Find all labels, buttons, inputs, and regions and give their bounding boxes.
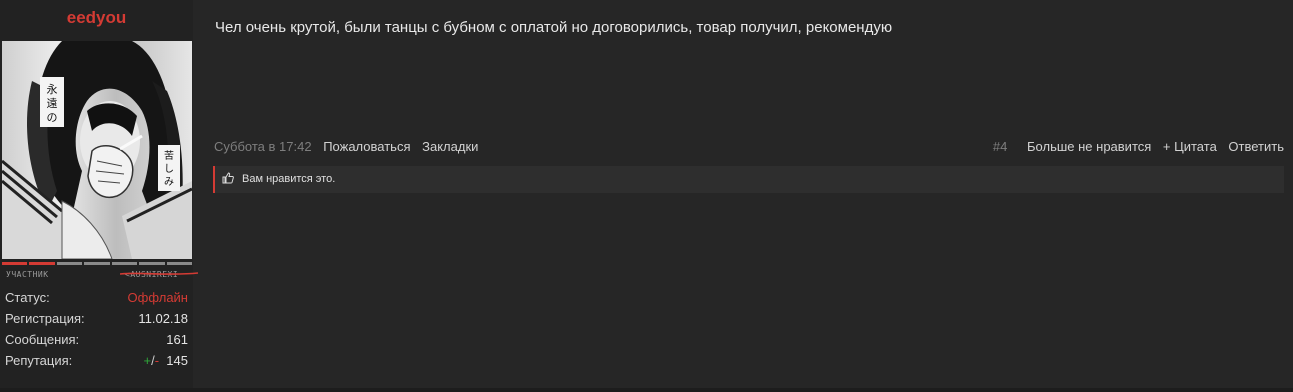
avatar-text-side-3: み — [164, 177, 174, 188]
avatar-text-side-2: し — [164, 163, 174, 175]
post-actions: #4 Больше не нравится + Цитата Ответить — [993, 139, 1284, 154]
rank-label: УЧАСТНИК — [6, 270, 49, 279]
status-label: Статус: — [5, 290, 50, 305]
messages-row: Сообщения: 161 — [0, 332, 193, 353]
registration-value: 11.02.18 — [138, 311, 188, 326]
user-sidebar: eedyou 永 遠 の 苦 し み УЧАСТНИК <AUSNIREXI С… — [0, 0, 198, 392]
status-value: Оффлайн — [127, 290, 188, 305]
rank-segment — [29, 262, 55, 265]
quote-button[interactable]: + Цитата — [1163, 139, 1217, 154]
status-row: Статус: Оффлайн — [0, 290, 193, 311]
unlike-button[interactable]: Больше не нравится — [1027, 139, 1151, 154]
rank-segment — [139, 262, 165, 265]
post-number[interactable]: #4 — [993, 139, 1007, 154]
rank-strike-line — [120, 272, 198, 275]
avatar-text-top-3: の — [47, 111, 58, 124]
rank-segment — [56, 262, 83, 265]
post-meta: Суббота в 17:42 Пожаловаться Закладки — [214, 139, 486, 154]
likes-text: Вам нравится это. — [242, 173, 336, 185]
reputation-value-group: +/- 145 — [144, 353, 189, 368]
reputation-plus-button[interactable]: + — [144, 353, 152, 368]
username-link[interactable]: eedyou — [0, 8, 193, 28]
report-link[interactable]: Пожаловаться — [323, 139, 410, 154]
registration-row: Регистрация: 11.02.18 — [0, 311, 193, 332]
rank-segment — [166, 262, 192, 265]
rank-segment — [2, 262, 28, 265]
bottom-divider — [0, 388, 1293, 392]
user-avatar[interactable]: 永 遠 の 苦 し み — [2, 41, 192, 259]
reputation-value[interactable]: 145 — [166, 353, 188, 368]
reply-button[interactable]: Ответить — [1228, 139, 1284, 154]
reputation-label: Репутация: — [5, 353, 73, 368]
likes-summary: Вам нравится это. — [213, 166, 1284, 193]
user-info: Статус: Оффлайн Регистрация: 11.02.18 Со… — [0, 290, 193, 374]
bookmarks-link[interactable]: Закладки — [422, 139, 478, 154]
messages-value[interactable]: 161 — [166, 332, 188, 347]
rank-segment — [84, 262, 110, 265]
avatar-text-top-1: 永 — [47, 82, 58, 96]
avatar-text-top-2: 遠 — [47, 97, 58, 110]
reputation-row: Репутация: +/- 145 — [0, 353, 193, 374]
reputation-minus-button[interactable]: - — [155, 353, 159, 368]
post-date[interactable]: Суббота в 17:42 — [214, 139, 312, 154]
avatar-text-side-1: 苦 — [164, 149, 174, 162]
messages-label: Сообщения: — [5, 332, 80, 347]
rank-progress-bar — [2, 262, 192, 265]
registration-label: Регистрация: — [5, 311, 85, 326]
post-pointer — [193, 14, 203, 30]
thumbs-up-icon — [222, 172, 234, 187]
rank-segment — [111, 262, 138, 265]
post-message: Чел очень крутой, были танцы с бубном с … — [215, 19, 893, 36]
